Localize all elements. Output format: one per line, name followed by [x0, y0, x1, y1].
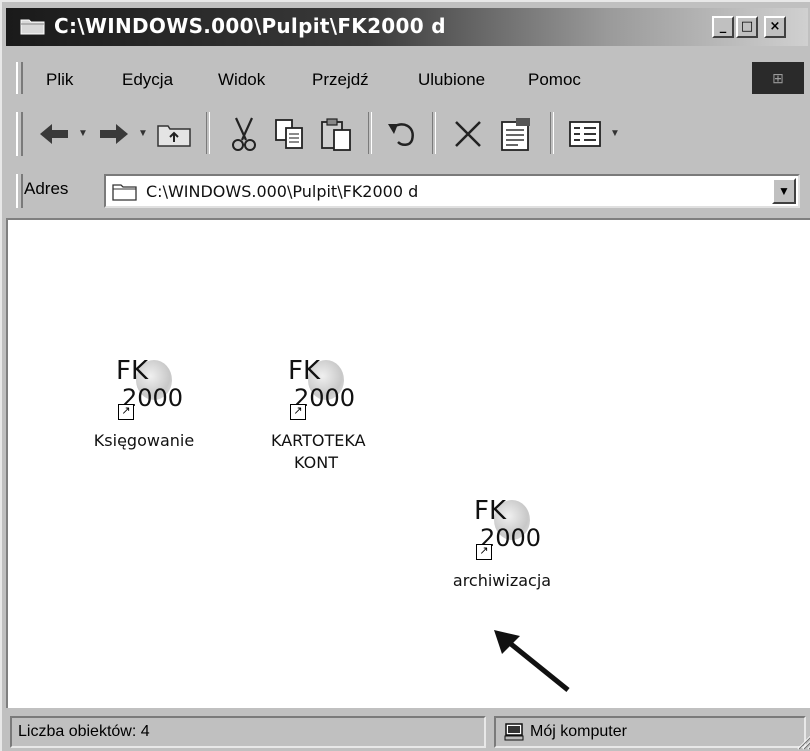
close-button[interactable]: × [764, 16, 786, 38]
status-location-label: Mój komputer [530, 723, 627, 740]
status-count: Liczba obiektów: 4 [10, 716, 486, 748]
toolbar-separator [550, 112, 554, 154]
file-item[interactable]: FK 2000 ↗ KARTOTEKA KONT [246, 356, 386, 474]
pointer-arrow-icon [494, 630, 570, 692]
file-label: KARTOTEKA KONT [271, 431, 366, 472]
back-icon[interactable] [34, 114, 74, 154]
title-bar[interactable]: C:\WINDOWS.000\Pulpit\FK2000 d _ □ × [6, 8, 808, 46]
status-bar: Liczba obiektów: 4 Mój komputer [6, 714, 810, 750]
paste-icon[interactable] [316, 114, 356, 154]
copy-icon[interactable] [270, 114, 310, 154]
file-label: Księgowanie [93, 431, 195, 450]
menu-grip[interactable] [16, 62, 23, 94]
folder-icon [20, 19, 45, 35]
address-input[interactable]: C:\WINDOWS.000\Pulpit\FK2000 d ▼ [104, 174, 800, 208]
toolbar-separator [206, 112, 210, 154]
computer-icon [504, 723, 524, 741]
menu-ulubione[interactable]: Ulubione [418, 70, 485, 90]
fk2000-shortcut-icon: FK 2000 ↗ [464, 496, 541, 562]
address-value: C:\WINDOWS.000\Pulpit\FK2000 d [146, 182, 419, 201]
shortcut-arrow-icon: ↗ [118, 404, 134, 420]
toolbar-grip[interactable] [16, 112, 23, 156]
explorer-window: C:\WINDOWS.000\Pulpit\FK2000 d _ □ × Pli… [0, 0, 810, 751]
delete-icon[interactable] [448, 114, 488, 154]
windows-logo-icon: ⊞ [752, 62, 804, 94]
toolbar: ▼ ▼ ▼ [6, 106, 808, 160]
menu-plik[interactable]: Plik [46, 70, 73, 90]
properties-icon[interactable] [496, 114, 536, 154]
minimize-button[interactable]: _ [712, 16, 734, 38]
shortcut-arrow-icon: ↗ [290, 404, 306, 420]
views-icon[interactable] [566, 114, 606, 154]
menu-przejdz[interactable]: Przejdź [312, 70, 369, 90]
cut-icon[interactable] [224, 114, 264, 154]
address-bar: Adres C:\WINDOWS.000\Pulpit\FK2000 d ▼ [6, 170, 808, 212]
folder-icon [112, 184, 137, 201]
fk2000-shortcut-icon: FK 2000 ↗ [278, 356, 355, 422]
forward-icon[interactable] [94, 114, 134, 154]
toolbar-separator [432, 112, 436, 154]
resize-grip-icon[interactable] [792, 730, 810, 750]
window-title: C:\WINDOWS.000\Pulpit\FK2000 d [54, 14, 446, 38]
maximize-button[interactable]: □ [736, 16, 758, 38]
up-folder-icon[interactable] [154, 114, 194, 154]
back-dropdown-icon[interactable]: ▼ [78, 128, 88, 139]
fk2000-shortcut-icon: FK 2000 ↗ [106, 356, 183, 422]
file-item[interactable]: FK 2000 ↗ archiwizacja [432, 496, 572, 592]
address-grip[interactable] [16, 174, 23, 208]
forward-dropdown-icon[interactable]: ▼ [138, 128, 148, 139]
menu-widok[interactable]: Widok [218, 70, 265, 90]
status-location: Mój komputer [494, 716, 806, 748]
undo-icon[interactable] [382, 114, 422, 154]
address-dropdown-button[interactable]: ▼ [772, 178, 796, 204]
folder-content[interactable]: FK 2000 ↗ Księgowanie FK 2000 ↗ KARTOTEK… [6, 218, 810, 708]
menu-bar: Plik Edycja Widok Przejdź Ulubione Pomoc… [6, 58, 808, 98]
file-label: archiwizacja [452, 571, 552, 590]
views-dropdown-icon[interactable]: ▼ [610, 128, 620, 139]
file-item[interactable]: FK 2000 ↗ Księgowanie [74, 356, 214, 452]
address-label: Adres [24, 179, 69, 198]
menu-edycja[interactable]: Edycja [122, 70, 173, 90]
menu-pomoc[interactable]: Pomoc [528, 70, 581, 90]
toolbar-separator [368, 112, 372, 154]
shortcut-arrow-icon: ↗ [476, 544, 492, 560]
